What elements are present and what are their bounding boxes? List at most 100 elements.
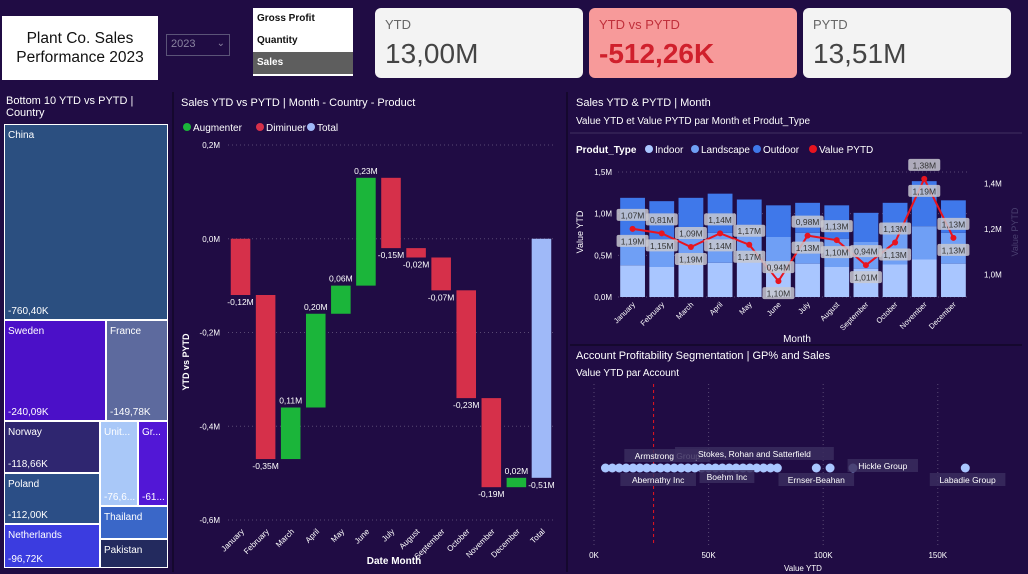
pytd-data-label: 0,98M (796, 217, 820, 227)
y-tick-label: -0,6M (200, 516, 221, 525)
pytd-data-label: 0,94M (854, 247, 878, 257)
y2-tick-label: 1,4M (984, 179, 1002, 188)
waterfall-data-label: 0,20M (304, 302, 328, 312)
waterfall-bar (255, 295, 276, 460)
treemap-tile-name: Netherlands (8, 530, 62, 541)
waterfall-data-label: -0,07M (428, 292, 454, 302)
pytd-data-label: 1,13M (942, 219, 966, 229)
treemap-tile[interactable]: Netherlands -96,72K (4, 524, 100, 568)
stacked-bar-segment (911, 259, 937, 297)
treemap-tile-value: -760,40K (8, 306, 49, 317)
ytd-data-label: 1,13M (883, 250, 907, 260)
ytd-data-label: 1,14M (708, 241, 732, 251)
pytd-data-label: 1,14M (708, 215, 732, 225)
kpi-value: 13,51M (813, 38, 907, 69)
waterfall-y-axis-title: YTD vs PYTD (181, 333, 191, 391)
legend-marker-diminuer (256, 123, 264, 131)
ytd-data-label: 1,19M (679, 255, 703, 265)
waterfall-data-label: -0,02M (403, 260, 429, 270)
monthly-sales-chart: Produt_Type Indoor Landscape Outdoor Val… (570, 132, 1022, 344)
ytd-data-label: 1,15M (650, 241, 674, 251)
x-tick-label: 0K (589, 551, 599, 560)
x-tick-label: February (242, 527, 271, 556)
stacked-bar-segment (824, 267, 850, 297)
pytd-point (717, 230, 724, 237)
scatter-data-label: Stokes, Rohan and Satterfield (698, 449, 811, 459)
ytd-data-label: 1,10M (825, 248, 849, 258)
x-tick-label: 50K (701, 551, 716, 560)
stacked-bar-segment (678, 197, 704, 231)
waterfall-data-label: -0,51M (528, 480, 554, 490)
waterfall-bar (356, 177, 376, 286)
treemap-tile-name: Sweden (8, 326, 45, 337)
legend-marker-value-pytd (809, 145, 817, 153)
treemap-tile-name: Gr... (142, 427, 161, 438)
pytd-data-label: 1,13M (883, 224, 907, 234)
treemap-tile-name: Norway (8, 427, 42, 438)
ytd-data-label: 1,01M (854, 273, 878, 283)
stacked-bar-segment (911, 226, 937, 260)
treemap-tile-value: -112,00K (8, 510, 48, 521)
slicer-option-sales[interactable]: Sales (253, 52, 353, 74)
treemap-tile[interactable]: Poland -112,00K (4, 473, 100, 524)
waterfall-x-axis-title: Date Month (367, 556, 421, 567)
waterfall-data-label: -0,12M (227, 297, 253, 307)
treemap-tile[interactable]: France -149,78K (106, 320, 168, 421)
treemap-tile[interactable]: Sweden -240,09K (4, 320, 106, 421)
kpi-card-ytd: YTD 13,00M (375, 8, 583, 78)
x-tick-label: 100K (814, 551, 833, 560)
slicer-option-quantity[interactable]: Quantity (253, 30, 353, 52)
title-line-2: Performance 2023 (16, 49, 144, 66)
y-tick-label: 0,5M (594, 251, 612, 260)
treemap-tile[interactable]: Gr... -61... (138, 421, 168, 506)
treemap-tile[interactable]: Unit... -76,6... (100, 421, 138, 506)
ytd-data-label: 1,13M (942, 245, 966, 255)
metric-slicer[interactable]: Gross Profit Quantity Sales (253, 8, 353, 76)
treemap-tile[interactable]: China -760,40K (4, 124, 168, 320)
legend-marker-augmenter (183, 123, 191, 131)
year-dropdown[interactable]: 2023 ⌄ (166, 34, 230, 56)
x-tick-label: July (796, 300, 812, 316)
kpi-value: -512,26K (599, 38, 715, 69)
stacked-bar-segment (707, 193, 733, 233)
pytd-point (775, 278, 782, 285)
waterfall-data-label: -0,15M (378, 250, 404, 260)
x-tick-label: August (818, 299, 842, 323)
ytd-data-label: 1,10M (767, 289, 791, 299)
treemap-tile[interactable]: Thailand (100, 506, 168, 539)
legend-label-diminuer: Diminuer (266, 123, 307, 134)
pytd-data-label: 0,81M (650, 215, 674, 225)
x-tick-label: November (898, 300, 929, 331)
x-tick-label: July (380, 527, 396, 543)
slicer-option-gross-profit[interactable]: Gross Profit (253, 8, 353, 30)
scatter-data-label: Ernser-Beahan (788, 475, 845, 485)
stacked-bar-segment (882, 264, 908, 297)
waterfall-bar (230, 238, 251, 295)
scatter-data-label: Labadie Group (939, 475, 996, 485)
treemap-tile[interactable]: Norway -118,66K (4, 421, 100, 473)
stacked-bar-segment (766, 237, 791, 266)
legend-label-total: Total (317, 123, 338, 134)
y-tick-label: 1,5M (594, 168, 612, 177)
panel-separator (566, 92, 568, 572)
treemap-tile-value: -118,66K (8, 459, 48, 470)
segmentation-x-axis-title: Value YTD (784, 564, 822, 572)
stacked-bar-segment (736, 199, 762, 227)
waterfall-data-label: -0,35M (252, 461, 278, 471)
treemap-tile-value: -149,78K (110, 407, 151, 418)
kpi-label: PYTD (813, 17, 848, 32)
pytd-point (629, 225, 636, 232)
panel-separator (570, 344, 1022, 346)
pytd-point (687, 244, 694, 250)
x-tick-label: December (927, 300, 958, 331)
ytd-data-label: 1,17M (737, 252, 761, 262)
scatter-point (960, 463, 970, 473)
treemap-tile[interactable]: Pakistan (100, 539, 168, 568)
treemap-tile-value: -96,72K (8, 554, 44, 565)
treemap-tile-name: Thailand (104, 512, 143, 523)
treemap-tile-name: Unit... (104, 427, 131, 438)
waterfall-data-label: -0,19M (478, 489, 504, 499)
y-tick-label: -0,4M (200, 422, 221, 431)
y-tick-label: -0,2M (200, 329, 221, 338)
pytd-data-label: 1,17M (737, 226, 761, 236)
